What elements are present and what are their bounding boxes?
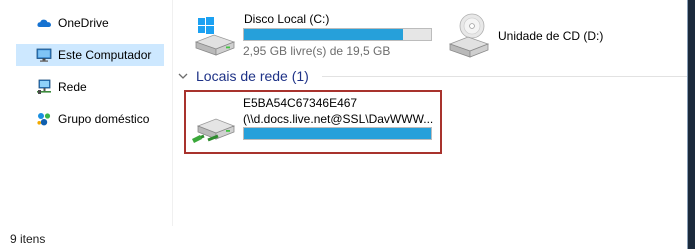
cloud-icon — [37, 19, 51, 27]
sidebar-item-label: Rede — [58, 80, 87, 94]
network-icon — [37, 79, 51, 94]
sidebar-item-this-pc[interactable]: Este Computador — [16, 44, 164, 66]
drive-d-name: Unidade de CD (D:) — [498, 29, 604, 43]
navigation-pane: OneDrive Este Computador Rede Grupo domé… — [0, 0, 172, 226]
network-location-item[interactable]: E5BA54C67346E467 (\\d.docs.live.net@SSL\… — [184, 90, 442, 154]
file-explorer-window: OneDrive Este Computador Rede Grupo domé… — [0, 0, 687, 249]
item-count: 9 itens — [10, 232, 46, 246]
network-location-path: (\\d.docs.live.net@SSL\DavWWW... — [243, 112, 434, 126]
network-location-usage-fill — [244, 128, 431, 139]
sidebar-item-label: Este Computador — [58, 48, 152, 62]
sidebar-item-label: Grupo doméstico — [58, 112, 150, 126]
network-locations-header[interactable]: Locais de rede (1) — [176, 67, 309, 85]
cd-drive-icon — [448, 13, 490, 58]
sidebar-item-onedrive[interactable]: OneDrive — [16, 12, 172, 34]
drive-c-usage-bar — [243, 28, 432, 41]
drive-c-usage-fill — [244, 29, 403, 40]
window-edge — [687, 0, 695, 249]
drive-c-free-space: 2,95 GB livre(s) de 19,5 GB — [243, 44, 391, 58]
sidebar-item-homegroup[interactable]: Grupo doméstico — [16, 108, 172, 130]
network-location-usage-bar — [243, 127, 432, 140]
sidebar-item-label: OneDrive — [58, 16, 109, 30]
homegroup-icon — [37, 113, 51, 126]
chevron-down-icon[interactable] — [176, 69, 190, 83]
pane-divider — [172, 0, 173, 226]
sidebar-item-network[interactable]: Rede — [16, 76, 172, 98]
drive-c-name: Disco Local (C:) — [244, 12, 330, 26]
windows-drive-icon — [194, 17, 236, 56]
computer-icon — [36, 48, 52, 62]
network-location-name: E5BA54C67346E467 — [243, 96, 358, 110]
group-divider — [322, 76, 687, 77]
drive-d[interactable]: Unidade de CD (D:) — [440, 4, 610, 62]
network-drive-icon — [192, 118, 236, 143]
status-bar: 9 itens — [0, 226, 687, 249]
network-locations-title: Locais de rede (1) — [196, 68, 309, 84]
drive-c[interactable]: Disco Local (C:) 2,95 GB livre(s) de 19,… — [188, 4, 438, 62]
